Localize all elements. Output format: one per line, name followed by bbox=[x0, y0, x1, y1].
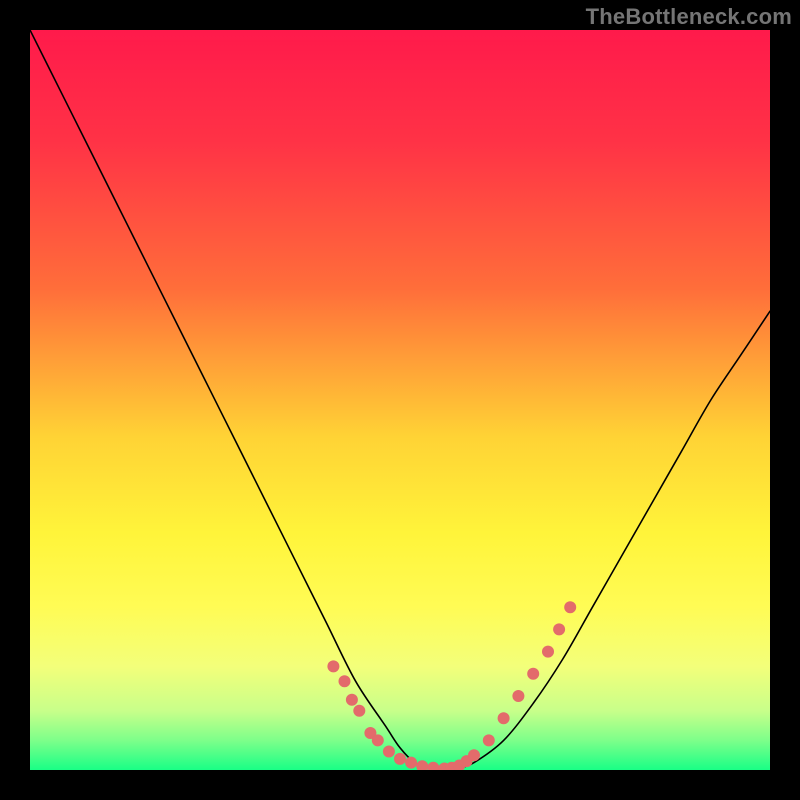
highlight-dot bbox=[346, 694, 358, 706]
gradient-background bbox=[30, 30, 770, 770]
highlight-dot bbox=[483, 734, 495, 746]
highlight-dot bbox=[512, 690, 524, 702]
highlight-dot bbox=[527, 668, 539, 680]
highlight-dot bbox=[339, 675, 351, 687]
plot-area bbox=[30, 30, 770, 770]
highlight-dot bbox=[394, 753, 406, 765]
highlight-dot bbox=[372, 734, 384, 746]
highlight-dot bbox=[553, 623, 565, 635]
highlight-dot bbox=[405, 757, 417, 769]
highlight-dot bbox=[542, 646, 554, 658]
highlight-dot bbox=[498, 712, 510, 724]
watermark-text: TheBottleneck.com bbox=[586, 4, 792, 30]
highlight-dot bbox=[383, 746, 395, 758]
bottleneck-chart bbox=[30, 30, 770, 770]
highlight-dot bbox=[468, 749, 480, 761]
chart-frame: TheBottleneck.com bbox=[0, 0, 800, 800]
highlight-dot bbox=[327, 660, 339, 672]
highlight-dot bbox=[564, 601, 576, 613]
highlight-dot bbox=[353, 705, 365, 717]
